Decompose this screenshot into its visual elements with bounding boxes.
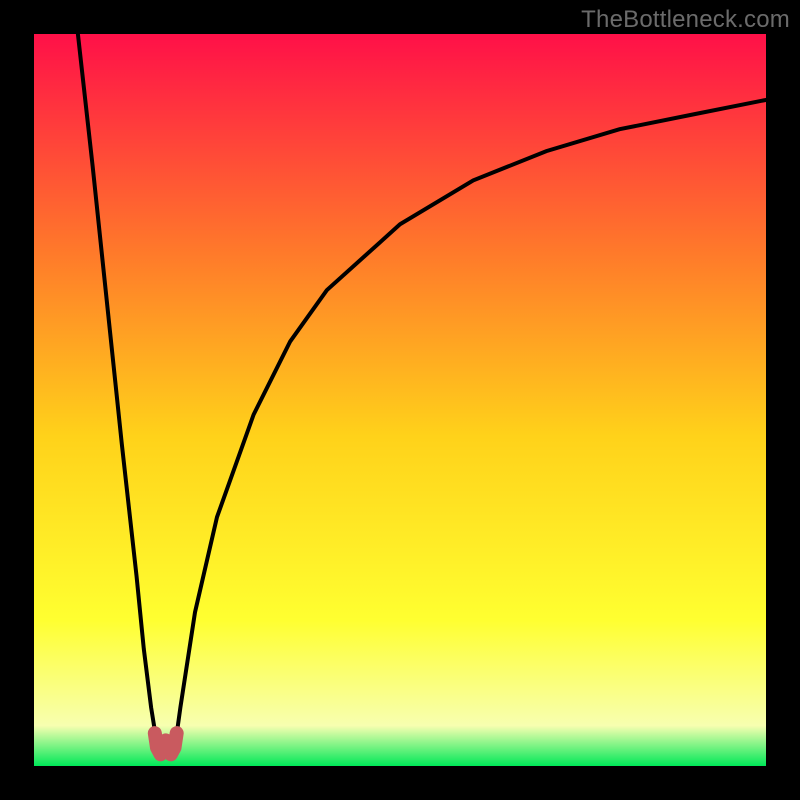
watermark-label: TheBottleneck.com xyxy=(581,6,790,34)
chart-frame: TheBottleneck.com xyxy=(0,0,800,800)
chart-plot xyxy=(34,34,766,766)
highlight-notch xyxy=(155,733,177,754)
